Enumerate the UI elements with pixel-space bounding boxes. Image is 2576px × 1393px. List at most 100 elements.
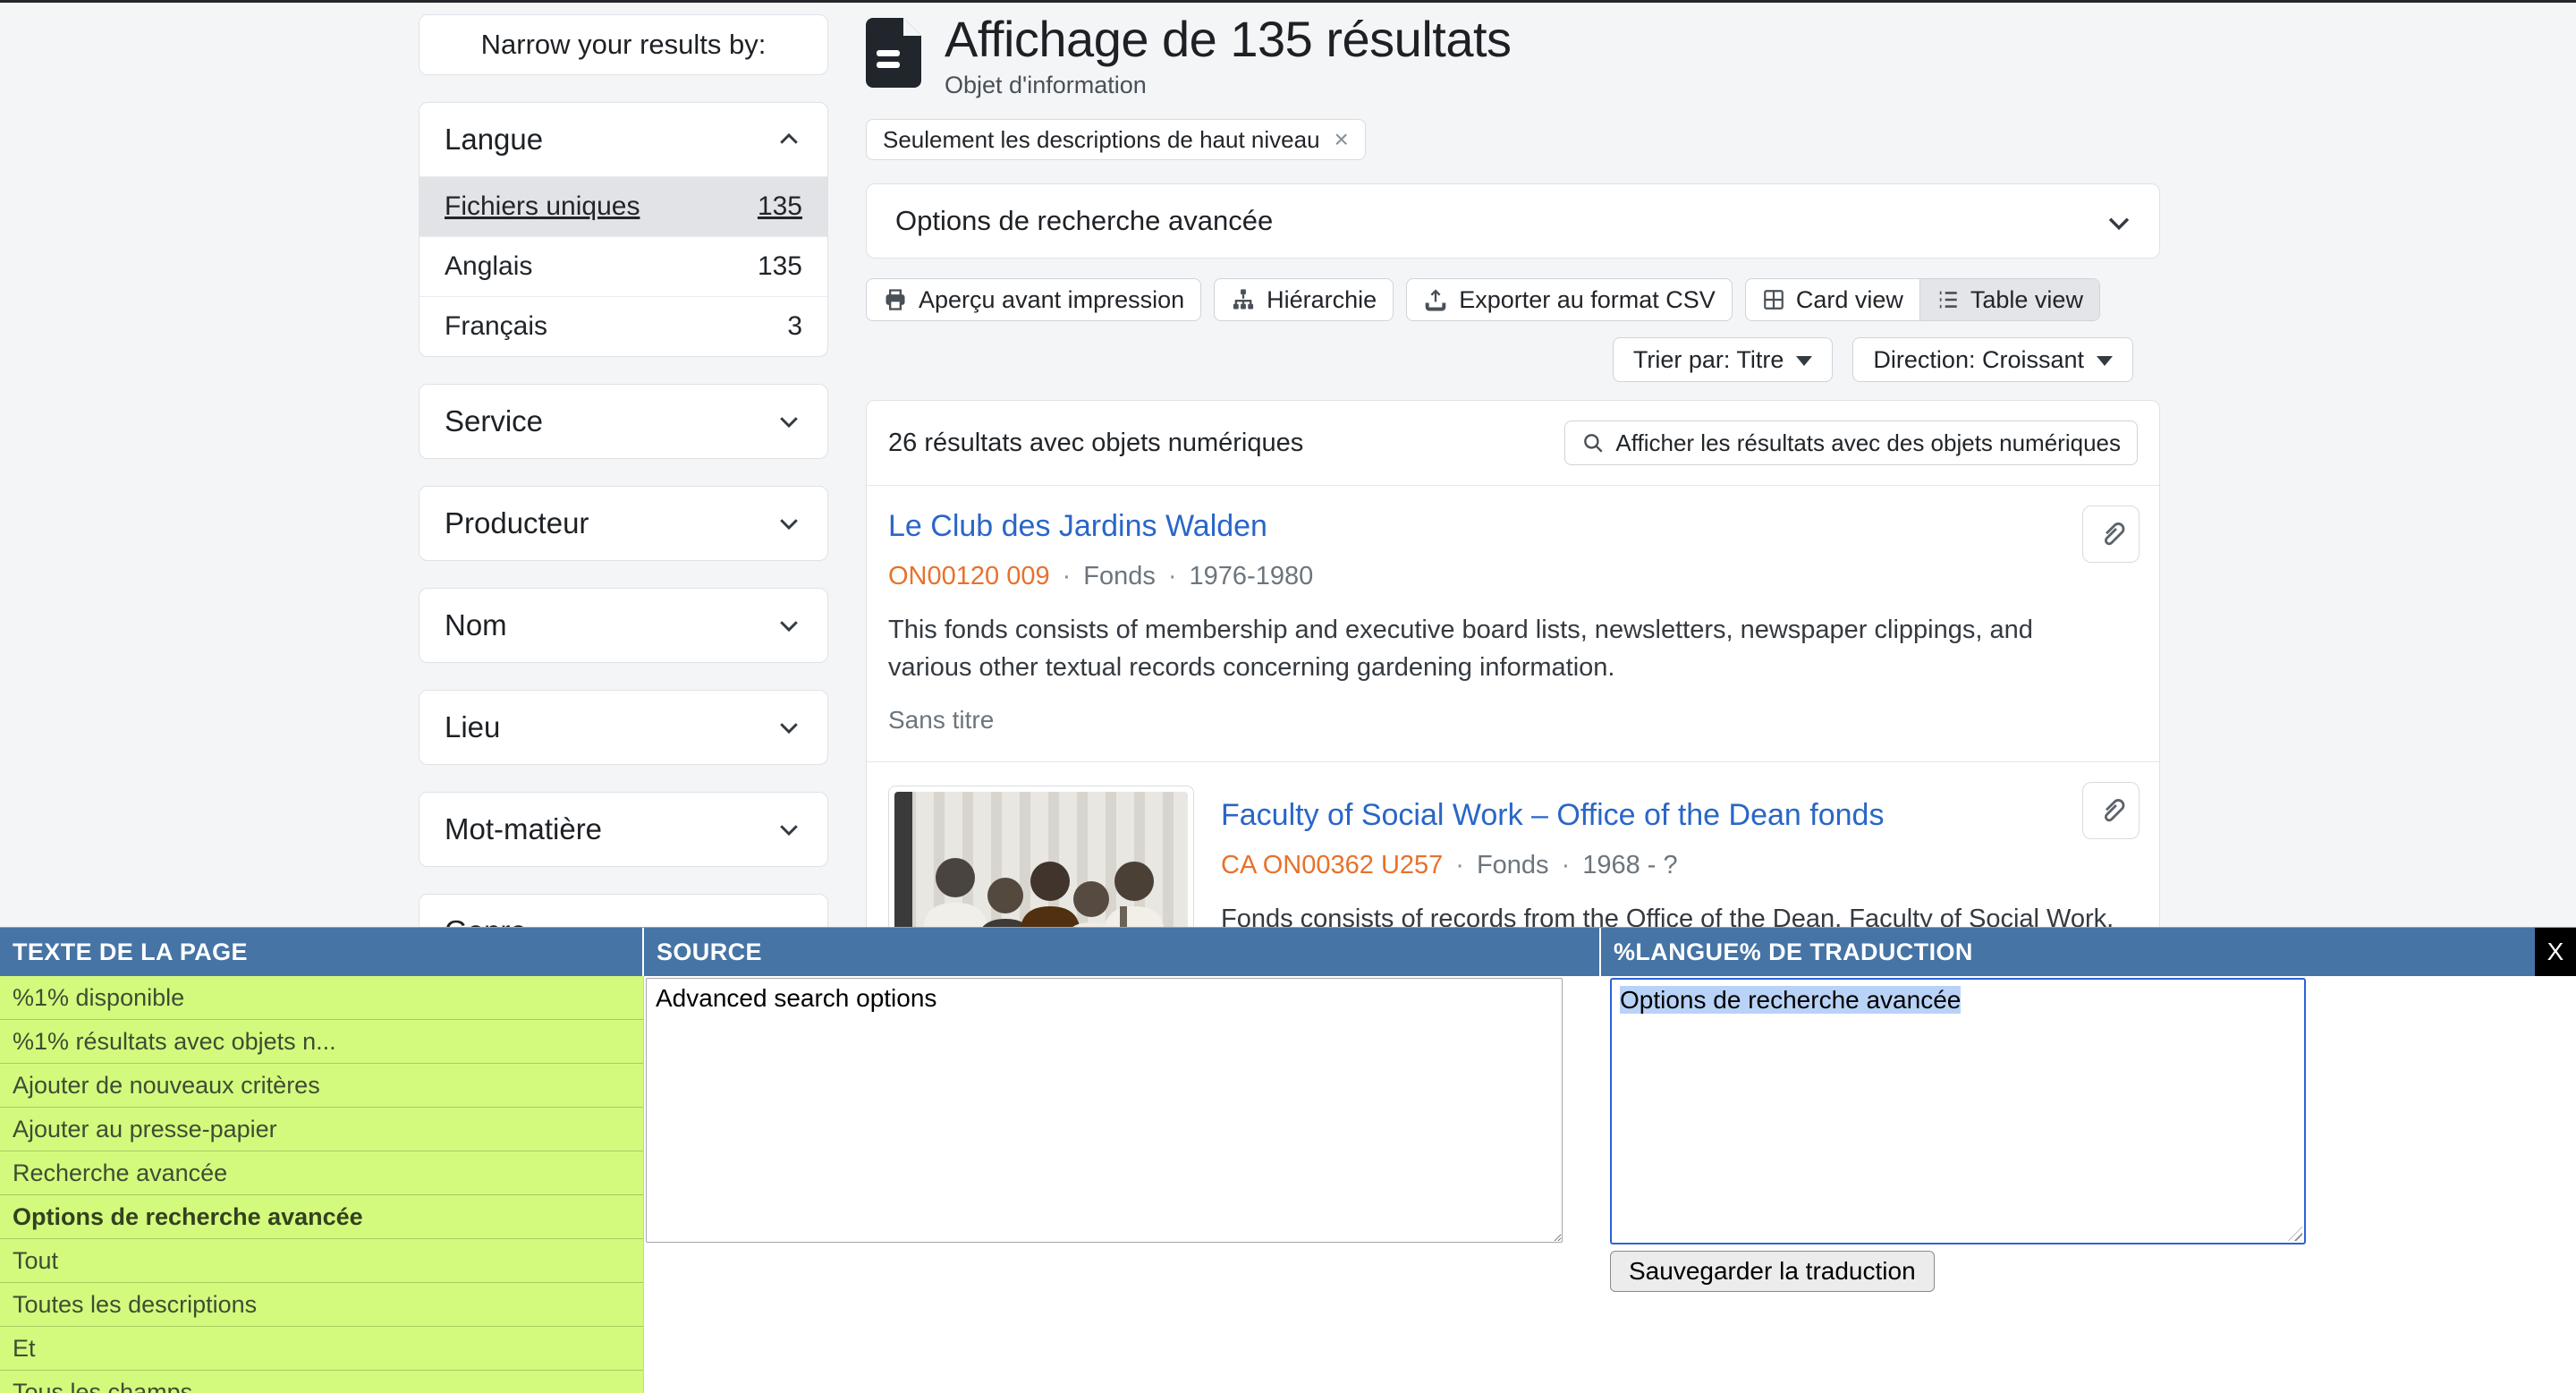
- facet-mot-matiere: Mot-matière: [419, 792, 828, 867]
- narrow-results-header: Narrow your results by:: [419, 14, 828, 75]
- page-text-row[interactable]: Et: [0, 1327, 643, 1371]
- facet-producteur: Producteur: [419, 486, 828, 561]
- sort-by-label: Trier par: Titre: [1633, 346, 1784, 374]
- printer-icon: [883, 287, 908, 312]
- source-textarea[interactable]: Advanced search options: [646, 978, 1563, 1243]
- chevron-up-icon: [775, 126, 802, 153]
- facet-lieu: Lieu: [419, 690, 828, 765]
- show-digital-objects-label: Afficher les résultats avec des objets n…: [1615, 429, 2121, 457]
- paperclip-icon: [2096, 795, 2126, 826]
- translation-panel: TEXTE DE LA PAGE SOURCE %LANGUE% DE TRAD…: [0, 927, 2576, 1393]
- sort-direction-label: Direction: Croissant: [1873, 346, 2084, 374]
- facet-nom-title: Nom: [445, 608, 507, 642]
- chevron-down-icon: [775, 510, 802, 537]
- sort-controls: Trier par: Titre Direction: Croissant: [866, 337, 2160, 382]
- view-toggle-group: Card view Table view: [1745, 278, 2100, 321]
- chevron-down-icon: [775, 816, 802, 843]
- column-header-page-text: TEXTE DE LA PAGE: [0, 928, 644, 976]
- result-description: This fonds consists of membership and ex…: [888, 611, 2096, 686]
- facet-item-francais[interactable]: Français 3: [419, 296, 827, 356]
- result-title-link[interactable]: Le Club des Jardins Walden: [888, 509, 1267, 544]
- meta-separator: [1562, 851, 1571, 880]
- page-text-row[interactable]: Ajouter au presse-papier: [0, 1108, 643, 1151]
- information-object-icon: [866, 18, 921, 88]
- page-text-row[interactable]: %1% disponible: [0, 976, 643, 1020]
- close-translation-panel-button[interactable]: X: [2535, 928, 2576, 976]
- add-to-clipboard-button[interactable]: [2082, 782, 2140, 839]
- hierarchy-label: Hiérarchie: [1267, 286, 1377, 314]
- page-text-label: Ajouter au presse-papier: [13, 1116, 277, 1143]
- facet-lieu-header[interactable]: Lieu: [419, 691, 827, 764]
- hierarchy-button[interactable]: Hiérarchie: [1214, 278, 1394, 321]
- table-view-button[interactable]: Table view: [1919, 279, 2099, 320]
- facet-mot-matiere-header[interactable]: Mot-matière: [419, 793, 827, 866]
- facet-item-count: 3: [787, 311, 802, 342]
- facet-langue: Langue Fichiers uniques 135 Anglais 135 …: [419, 102, 828, 357]
- result-dates: 1968 - ?: [1582, 851, 1677, 880]
- result-title-link[interactable]: Faculty of Social Work – Office of the D…: [1221, 798, 1884, 833]
- facet-service-header[interactable]: Service: [419, 385, 827, 458]
- translation-textarea[interactable]: Options de recherche avancée: [1610, 978, 2306, 1244]
- table-view-label: Table view: [1970, 286, 2083, 314]
- filter-chip-top-level[interactable]: Seulement les descriptions de haut nivea…: [866, 119, 1366, 160]
- chevron-down-icon: [775, 612, 802, 639]
- results-header: Affichage de 135 résultats Objet d'infor…: [866, 14, 2160, 99]
- advanced-search-toggle[interactable]: Options de recherche avancée: [866, 183, 2160, 259]
- meta-separator: [1455, 851, 1464, 880]
- facet-item-anglais[interactable]: Anglais 135: [419, 236, 827, 296]
- column-header-translation: %LANGUE% DE TRADUCTION: [1601, 928, 2576, 976]
- paperclip-icon: [2096, 519, 2126, 549]
- page-text-row-selected[interactable]: Options de recherche avancée: [0, 1195, 643, 1239]
- facet-nom-header[interactable]: Nom: [419, 589, 827, 662]
- chevron-down-icon: [775, 714, 802, 741]
- export-csv-button[interactable]: Exporter au format CSV: [1406, 278, 1733, 321]
- facet-item-label: Anglais: [445, 251, 532, 282]
- page-text-label: %1% résultats avec objets n...: [13, 1028, 336, 1056]
- advanced-search-label: Options de recherche avancée: [895, 205, 1273, 237]
- sort-direction-dropdown[interactable]: Direction: Croissant: [1852, 337, 2133, 382]
- meta-separator: [1063, 562, 1072, 591]
- filter-chip-close-icon[interactable]: ×: [1335, 127, 1349, 152]
- source-column: Advanced search options: [644, 976, 1601, 1243]
- search-icon: [1581, 431, 1605, 454]
- print-preview-button[interactable]: Aperçu avant impression: [866, 278, 1201, 321]
- page-text-list: %1% disponible %1% résultats avec objets…: [0, 976, 644, 1393]
- narrow-results-label: Narrow your results by:: [481, 29, 767, 61]
- sort-by-dropdown[interactable]: Trier par: Titre: [1613, 337, 1834, 382]
- card-view-button[interactable]: Card view: [1746, 279, 1919, 320]
- facet-service-title: Service: [445, 404, 543, 438]
- export-icon: [1423, 287, 1448, 312]
- facet-lieu-title: Lieu: [445, 710, 500, 744]
- card-view-label: Card view: [1796, 286, 1903, 314]
- page-text-label: Ajouter de nouveaux critères: [13, 1072, 320, 1100]
- digital-objects-count: 26 résultats avec objets numériques: [888, 429, 1303, 458]
- add-to-clipboard-button[interactable]: [2082, 505, 2140, 563]
- page-text-label: Tout: [13, 1247, 58, 1275]
- page-text-row[interactable]: Recherche avancée: [0, 1151, 643, 1195]
- page-text-row[interactable]: Toutes les descriptions: [0, 1283, 643, 1327]
- resize-handle[interactable]: [2288, 1227, 2302, 1241]
- reference-code: CA ON00362 U257: [1221, 851, 1443, 880]
- page-text-row[interactable]: Ajouter de nouveaux critères: [0, 1064, 643, 1108]
- facet-langue-header[interactable]: Langue: [419, 103, 827, 176]
- page-subtitle: Objet d'information: [945, 72, 1512, 99]
- page-text-row[interactable]: Tout: [0, 1239, 643, 1283]
- translation-column: Options de recherche avancée: [1601, 976, 2576, 1244]
- translation-panel-header: TEXTE DE LA PAGE SOURCE %LANGUE% DE TRAD…: [0, 928, 2576, 976]
- facet-producteur-header[interactable]: Producteur: [419, 487, 827, 560]
- show-digital-objects-button[interactable]: Afficher les résultats avec des objets n…: [1564, 420, 2138, 465]
- facet-item-fichiers-uniques[interactable]: Fichiers uniques 135: [419, 176, 827, 236]
- reference-code: ON00120 009: [888, 562, 1050, 591]
- export-csv-label: Exporter au format CSV: [1459, 286, 1716, 314]
- grid-icon: [1762, 288, 1785, 311]
- facet-item-label: Français: [445, 311, 547, 342]
- page-text-row[interactable]: Tous les champs: [0, 1371, 643, 1393]
- level-of-description: Fonds: [1083, 562, 1156, 591]
- page-title: Affichage de 135 résultats: [945, 14, 1512, 64]
- facet-nom: Nom: [419, 588, 828, 663]
- level-of-description: Fonds: [1477, 851, 1549, 880]
- save-translation-button[interactable]: Sauvegarder la traduction: [1610, 1251, 1935, 1292]
- page-text-row[interactable]: %1% résultats avec objets n...: [0, 1020, 643, 1064]
- page-text-label: Recherche avancée: [13, 1159, 227, 1187]
- page-top-border: [0, 0, 2576, 3]
